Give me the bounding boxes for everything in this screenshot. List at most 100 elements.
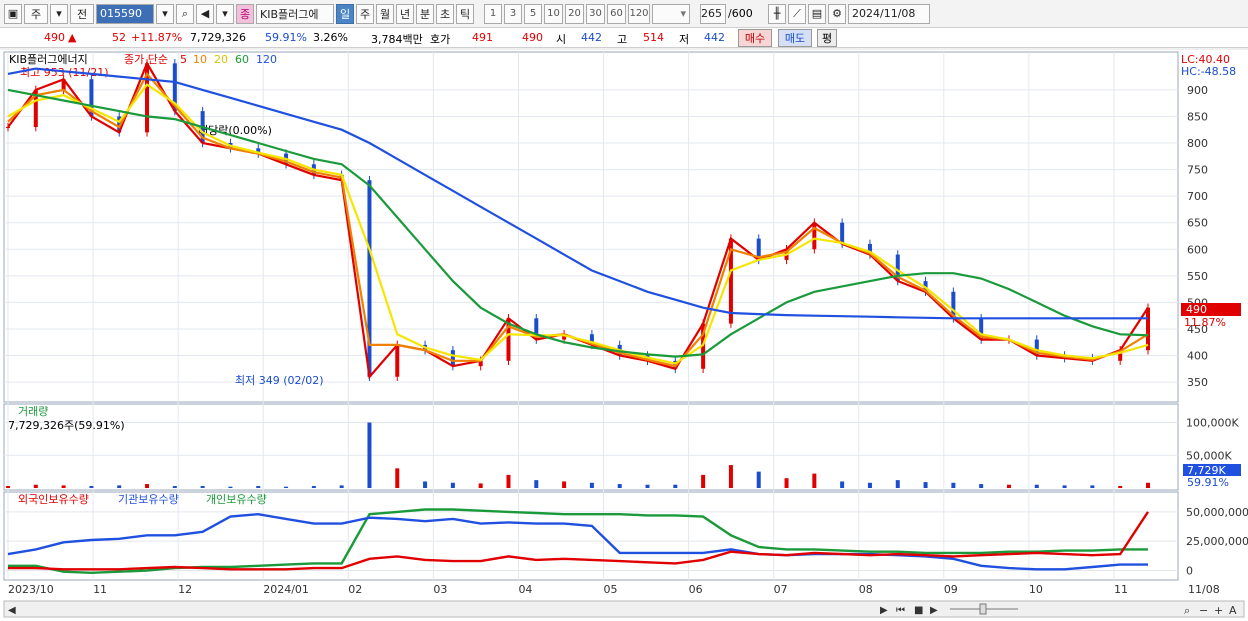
volume-bar: [1118, 486, 1123, 488]
x-tick-label: 10: [1029, 583, 1043, 596]
x-tick-label: 11: [1114, 583, 1128, 596]
interval-30-button[interactable]: 30: [586, 3, 605, 24]
date-input[interactable]: 2024/11/08: [848, 3, 930, 24]
market-type-select[interactable]: 주: [24, 3, 48, 24]
interval-1-button[interactable]: 1: [484, 3, 502, 24]
volume-bar: [812, 473, 817, 488]
volume-bar: [1062, 485, 1067, 488]
sell-button[interactable]: 매도: [778, 29, 812, 47]
period-day-tab[interactable]: 일: [336, 3, 354, 24]
interval-120-button[interactable]: 120: [628, 3, 650, 24]
price-tick-label: 900: [1187, 84, 1208, 97]
scrollbar[interactable]: [3, 600, 1245, 618]
layout-icon[interactable]: ▣: [4, 3, 22, 24]
price-tick-label: 650: [1187, 217, 1208, 230]
legend-individual: 개인보유수량: [206, 493, 267, 506]
interval-3-button[interactable]: 3: [504, 3, 522, 24]
play-icon[interactable]: ▶: [930, 605, 938, 616]
interval-60-button[interactable]: 60: [607, 3, 626, 24]
speaker-icon[interactable]: ◀: [196, 3, 214, 24]
volume-bar: [145, 484, 150, 488]
chevron-down-icon[interactable]: ▾: [50, 3, 68, 24]
save-icon[interactable]: ▤: [808, 3, 826, 24]
zoom-icon[interactable]: ⌕: [1184, 604, 1190, 617]
volume-value: 7,729,326: [190, 31, 246, 44]
low-annotation: 최저 349 (02/02): [235, 374, 324, 387]
volume-bar: [200, 486, 205, 488]
volume-bar: [951, 482, 956, 488]
period-year-tab[interactable]: 년: [396, 3, 414, 24]
high-price: 514: [643, 31, 664, 44]
price-tick-label: 400: [1187, 350, 1208, 363]
low-price: 442: [704, 31, 725, 44]
ask-label: 호가: [430, 33, 451, 46]
zoom-slider-handle[interactable]: [979, 603, 987, 615]
volume-pct-tag: 59.91%: [1187, 476, 1229, 489]
volume-bar: [534, 480, 539, 488]
low-label: 저: [679, 33, 690, 46]
period-tick-tab[interactable]: 틱: [456, 3, 474, 24]
volume-bar: [1090, 485, 1095, 488]
view-mode-select[interactable]: 전: [70, 3, 94, 24]
holding-tick-label: 25,000,000: [1186, 535, 1248, 548]
ma-120-label: 120: [256, 53, 277, 66]
candle-icon[interactable]: ╫: [768, 3, 786, 24]
x-tick-label: 09: [944, 583, 958, 596]
zoom-out-icon[interactable]: −: [1199, 604, 1208, 617]
y-axis: 900850800750700650600550500450400350100,…: [1186, 84, 1248, 578]
stop-icon[interactable]: ■: [914, 605, 923, 616]
gear-icon[interactable]: ⚙: [828, 3, 846, 24]
x-tick-label: 04: [518, 583, 532, 596]
zoom-in-icon[interactable]: +: [1214, 604, 1223, 617]
period-minute-tab[interactable]: 분: [416, 3, 434, 24]
buy-button[interactable]: 매수: [738, 29, 772, 47]
volume-bar: [478, 483, 483, 488]
quote-bar: 490 ▲ 52 +11.87% 7,729,326 59.91% 3.26% …: [0, 28, 1248, 48]
stock-name-field[interactable]: KIB플러그에: [256, 3, 334, 24]
volume-bar: [33, 484, 38, 488]
volume-bar: [867, 482, 872, 488]
volume-bar: [979, 484, 984, 488]
candle-body: [1146, 307, 1150, 351]
interval-20-button[interactable]: 20: [565, 3, 584, 24]
x-tick-label: 08: [859, 583, 873, 596]
legend-foreign: 외국인보유수량: [18, 493, 89, 506]
rewind-icon[interactable]: ⏮: [896, 605, 905, 616]
volume-bar: [89, 486, 94, 488]
bid-price: 490: [522, 31, 543, 44]
price-panel: [3, 51, 1179, 403]
volume-bar: [228, 486, 233, 488]
volume-bar: [617, 484, 622, 488]
period-month-tab[interactable]: 월: [376, 3, 394, 24]
chevron-down-icon[interactable]: ▾: [216, 3, 234, 24]
volume-bar: [367, 422, 372, 488]
eval-button[interactable]: 평: [817, 29, 837, 47]
volume-bar: [589, 482, 594, 488]
scroll-left-icon[interactable]: ◀: [8, 605, 16, 616]
indicator-icon[interactable]: ⟋: [788, 3, 806, 24]
scroll-right-icon[interactable]: ▶: [880, 605, 888, 616]
ma-60-label: 60: [235, 53, 249, 66]
chevron-down-icon[interactable]: ▾: [156, 3, 174, 24]
period-week-tab[interactable]: 주: [356, 3, 374, 24]
chart-svg[interactable]: 900850800750700650600550500450400350100,…: [0, 50, 1248, 621]
search-icon[interactable]: ⌕: [176, 3, 194, 24]
volume-bar: [423, 481, 428, 488]
period-second-tab[interactable]: 초: [436, 3, 454, 24]
ma-10-label: 10: [193, 53, 207, 66]
ma-5-label: 5: [180, 53, 187, 66]
text-tool-icon[interactable]: A: [1229, 604, 1237, 617]
count-input[interactable]: 265: [700, 3, 726, 24]
ask-price: 491: [472, 31, 493, 44]
stock-code-input[interactable]: 015590: [96, 3, 154, 24]
badge-icon: 종: [236, 3, 254, 24]
volume-bar: [756, 471, 761, 488]
up-arrow-icon: ▲: [68, 31, 77, 44]
x-tick-label: 07: [774, 583, 788, 596]
volume-bar: [6, 486, 10, 488]
interval-5-button[interactable]: 5: [524, 3, 542, 24]
chart-area[interactable]: 900 850 800 750 700 650 600 550 500 450 400 350 100,…: [0, 50, 1248, 621]
interval-10-button[interactable]: 10: [544, 3, 563, 24]
interval-dropdown[interactable]: ▾: [652, 3, 690, 24]
x-tick-label: 03: [433, 583, 447, 596]
